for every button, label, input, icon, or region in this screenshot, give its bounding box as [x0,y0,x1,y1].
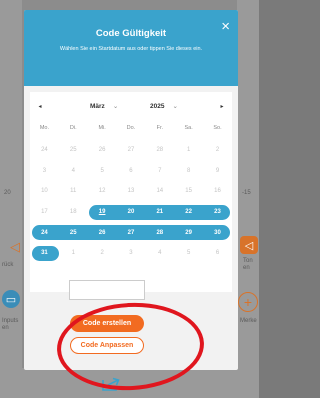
calendar-week: 31 1 2 3 4 5 6 [30,243,232,264]
calendar-day[interactable]: 6 [203,246,232,261]
calendar-day[interactable]: 21 [145,205,174,220]
calendar-week: 17 18 19 20 21 22 23 [30,202,232,223]
merke-label: Merke [240,318,257,324]
calendar-day[interactable]: 14 [145,184,174,199]
weekday-label: Do. [126,125,136,131]
create-code-button[interactable]: Code erstellen [70,315,144,332]
prev-month-button[interactable]: ◂ [34,100,46,112]
calendar-day[interactable]: 3 [117,246,146,261]
calendar-day[interactable]: 29 [174,225,203,240]
bottom-panel-background [0,368,259,398]
adjust-code-button[interactable]: Code Anpassen [70,337,144,354]
calendar-day[interactable]: 27 [117,143,146,158]
weekday-label: Di. [69,125,77,131]
back-icon[interactable]: ◁ [6,238,24,256]
weekday-label: Sa. [184,125,193,131]
weekday-label: So. [213,125,222,131]
calendar-day[interactable]: 30 [203,225,232,240]
weekday-label: Fr. [156,125,163,131]
dialog-title: Code Gültigkeit [95,28,167,39]
calendar-day[interactable]: 5 [174,246,203,261]
keyboard-icon[interactable]: ▭ [2,290,20,308]
calendar-day[interactable]: 20 [117,205,146,220]
calendar-day[interactable]: 1 [59,246,88,261]
weekday-label: Mi. [98,125,106,131]
calendar-day[interactable]: 13 [117,184,146,199]
calendar-day[interactable]: 18 [59,205,88,220]
calendar-day[interactable]: 28 [145,225,174,240]
weekday-label: Mo. [39,125,49,131]
month-select[interactable]: März ⌄ [90,102,134,110]
calendar-day[interactable]: 12 [88,184,117,199]
calendar-day[interactable]: 27 [117,225,146,240]
calendar-day[interactable]: 2 [88,246,117,261]
calendar-day[interactable]: 5 [88,163,117,178]
weekday-header: Mo. Di. Mi. Do. Fr. Sa. So. [30,125,232,131]
calendar-nav: ◂ März ⌄ 2025 ⌄ ▸ [30,100,232,114]
calendar-day[interactable]: 25 [59,143,88,158]
calendar-day[interactable]: 2 [203,143,232,158]
dialog-subtitle: Wählen Sie ein Startdatum aus oder tippe… [59,46,203,52]
calendar-day[interactable]: 8 [174,163,203,178]
calendar-week: 24 25 26 27 28 1 2 [30,140,232,161]
back-label: rück [2,262,14,268]
calendar-day[interactable]: 26 [88,225,117,240]
code-input-field[interactable] [69,280,145,300]
calendar-day[interactable]: 16 [203,184,232,199]
calendar-day[interactable]: 22 [174,205,203,220]
calendar-day[interactable]: 3 [30,163,59,178]
calendar-day[interactable]: 31 [30,246,59,261]
calendar-day[interactable]: 1 [174,143,203,158]
share-icon[interactable] [101,377,121,391]
year-value: 2025 [150,103,165,110]
next-month-button[interactable]: ▸ [216,100,228,112]
plus-glyph: + [243,294,253,310]
calendar-day[interactable]: 24 [30,143,59,158]
calendar-day[interactable]: 11 [59,184,88,199]
sound-label: Ton en [243,258,253,271]
calendar-day[interactable]: 15 [174,184,203,199]
selected-start-day[interactable]: 19 [88,205,117,220]
right-value: -15 [242,190,251,196]
year-select[interactable]: 2025 ⌄ [150,102,190,110]
calendar-week: 24 25 26 27 28 29 30 [30,222,232,243]
chevron-down-icon: ⌄ [112,103,119,110]
calendar-day[interactable]: 4 [59,163,88,178]
calendar-day[interactable]: 4 [145,246,174,261]
calendar-day[interactable]: 24 [30,225,59,240]
calendar-day[interactable]: 9 [203,163,232,178]
calendar-day[interactable]: 10 [30,184,59,199]
left-value: 20 [4,190,11,196]
sound-icon[interactable]: ◁ [240,236,258,254]
calendar-week: 3 4 5 6 7 8 9 [30,161,232,182]
calendar-grid: 24 25 26 27 28 1 2 3 4 5 6 7 8 9 10 11 1… [30,140,232,264]
close-icon[interactable]: × [221,19,230,34]
calendar-day[interactable]: 17 [30,205,59,220]
month-value: März [90,103,105,110]
inputs-label: Inputs en [2,318,19,331]
calendar-day[interactable]: 28 [145,143,174,158]
calendar-day[interactable]: 23 [203,205,232,220]
calendar-day[interactable]: 7 [145,163,174,178]
plus-icon[interactable]: + [238,292,258,312]
chevron-down-icon: ⌄ [172,103,178,110]
calendar-week: 10 11 12 13 14 15 16 [30,181,232,202]
calendar-day[interactable]: 6 [117,163,146,178]
left-panel-background [0,0,22,398]
calendar-day[interactable]: 25 [59,225,88,240]
calendar-day[interactable]: 26 [88,143,117,158]
dialog-header: Code Gültigkeit Wählen Sie ein Startdatu… [24,10,238,86]
right-panel-background [237,0,259,398]
date-picker: ◂ März ⌄ 2025 ⌄ ▸ Mo. Di. Mi. Do. Fr. Sa. … [30,92,232,292]
